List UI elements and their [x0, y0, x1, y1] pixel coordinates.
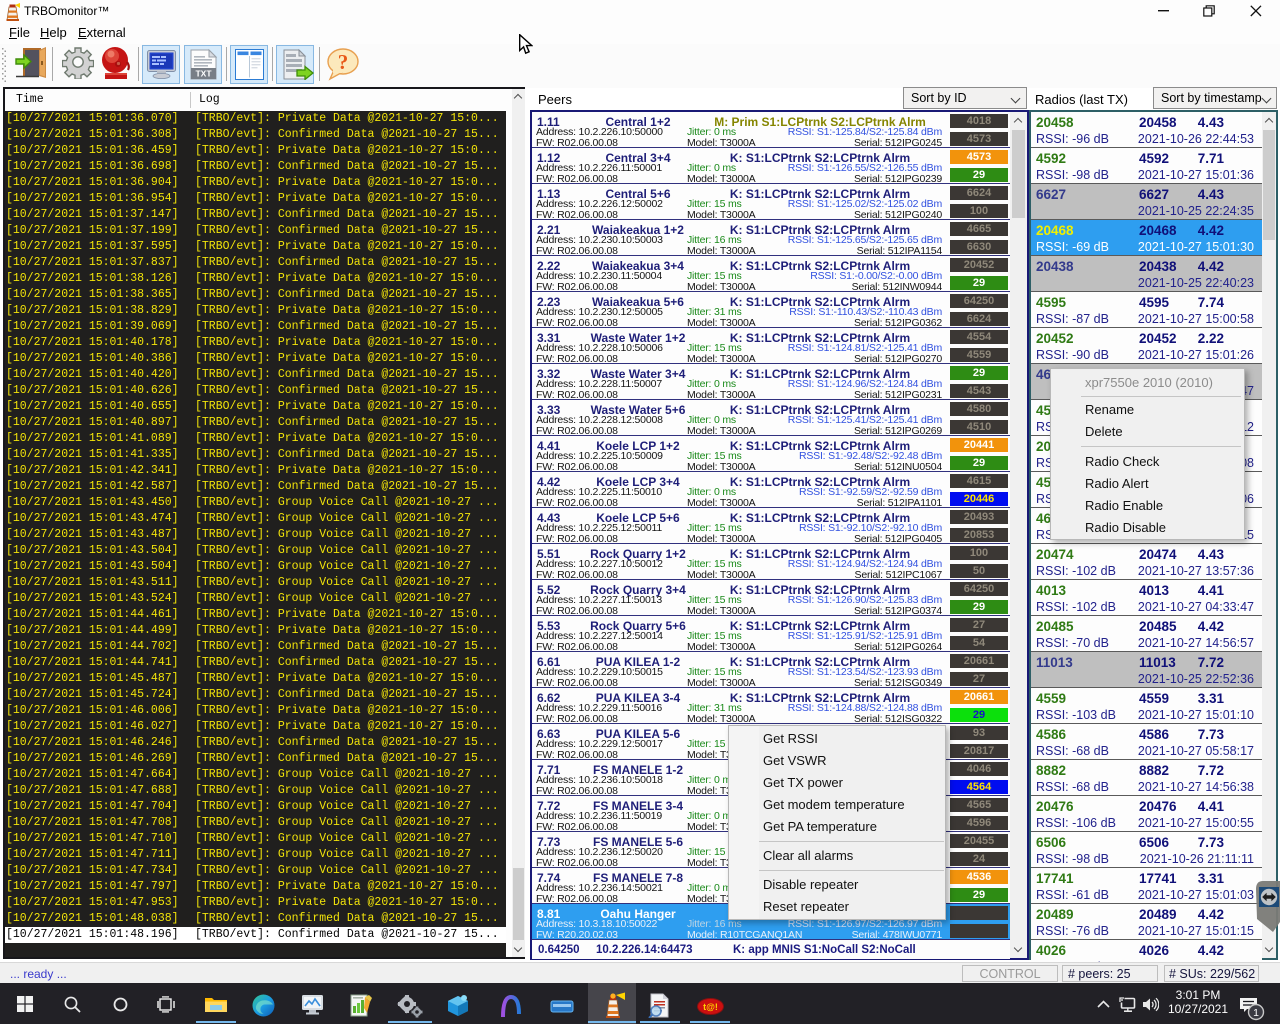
- svg-text:?: ?: [338, 50, 349, 74]
- svg-text:t@!: t@!: [703, 1002, 718, 1012]
- svg-text:1: 1: [1253, 1007, 1259, 1019]
- svg-text:TXT: TXT: [195, 69, 212, 79]
